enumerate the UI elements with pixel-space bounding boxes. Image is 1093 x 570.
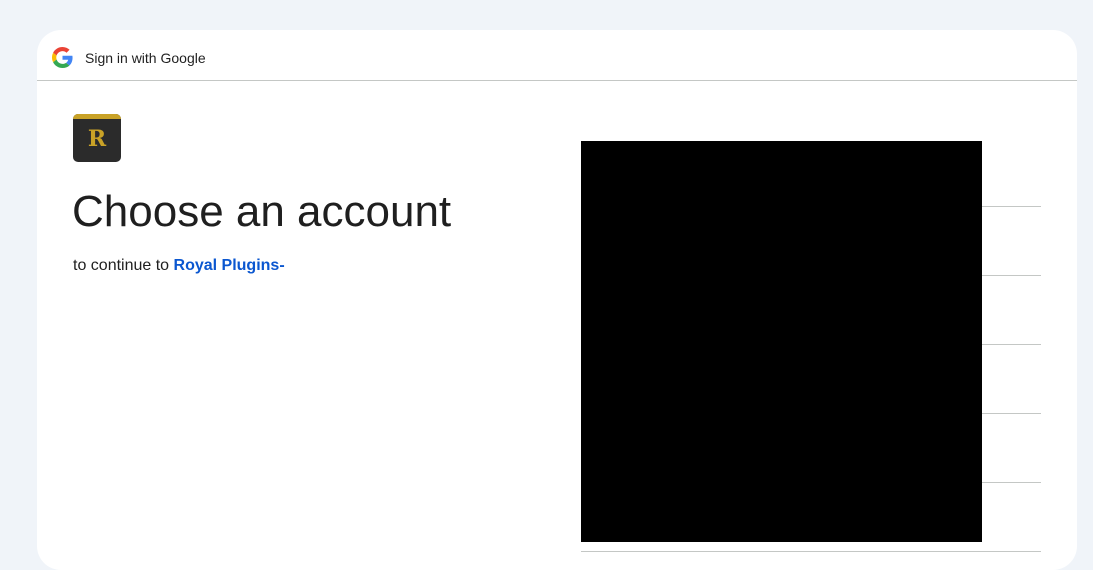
app-logo: R	[73, 114, 121, 162]
header-title: Sign in with Google	[85, 50, 206, 66]
redacted-account-list	[581, 141, 982, 542]
google-g-icon	[52, 47, 73, 68]
app-logo-stripe	[73, 114, 121, 119]
app-name-link[interactable]: Royal Plugins-	[174, 257, 285, 274]
subtitle-prefix: to continue to	[73, 257, 174, 274]
subtitle: to continue to Royal Plugins-	[73, 256, 285, 276]
app-logo-letter: R	[87, 126, 107, 152]
signin-card: Sign in with Google R Choose an account …	[37, 30, 1077, 570]
page-title: Choose an account	[72, 187, 452, 236]
signin-header: Sign in with Google	[37, 30, 1077, 81]
